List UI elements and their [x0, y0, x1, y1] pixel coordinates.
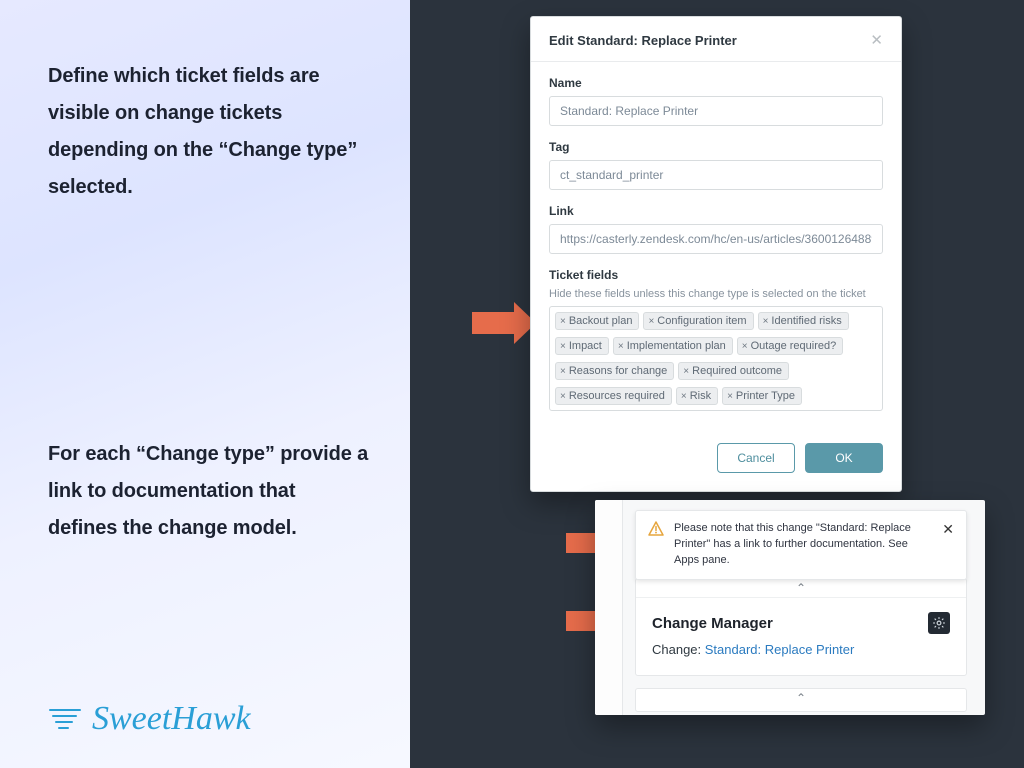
remove-chip-icon[interactable]: ×: [742, 341, 748, 352]
remove-chip-icon[interactable]: ×: [763, 316, 769, 327]
remove-chip-icon[interactable]: ×: [648, 316, 654, 327]
ok-button[interactable]: OK: [805, 443, 883, 473]
ticket-fields-tagbox[interactable]: ×Backout plan×Configuration item×Identif…: [549, 306, 883, 411]
ticket-field-chip[interactable]: ×Outage required?: [737, 337, 843, 355]
ticket-field-chip[interactable]: ×Backout plan: [555, 312, 639, 330]
tag-field[interactable]: [549, 160, 883, 190]
wing-icon: [48, 704, 88, 734]
ticket-field-chip[interactable]: ×Printer Type: [722, 387, 802, 405]
description-2: For each “Change type” provide a link to…: [48, 436, 370, 547]
sweethawk-logo: SweetHawk: [48, 700, 251, 738]
chip-label: Impact: [569, 340, 602, 352]
remove-chip-icon[interactable]: ×: [683, 366, 689, 377]
modal-title: Edit Standard: Replace Printer: [549, 33, 737, 48]
collapse-icon[interactable]: ⌃: [636, 579, 966, 598]
ticket-field-chip[interactable]: ×Reasons for change: [555, 362, 674, 380]
ticket-field-chip[interactable]: ×Impact: [555, 337, 609, 355]
change-label: Change:: [652, 642, 705, 657]
cancel-button[interactable]: Cancel: [717, 443, 795, 473]
remove-chip-icon[interactable]: ×: [560, 366, 566, 377]
remove-chip-icon[interactable]: ×: [681, 391, 687, 402]
apps-pane-preview: Please note that this change "Standard: …: [595, 500, 985, 715]
left-info-panel: Define which ticket fields are visible o…: [0, 0, 410, 768]
chip-label: Implementation plan: [627, 340, 726, 352]
close-icon[interactable]: ✕: [870, 31, 883, 49]
remove-chip-icon[interactable]: ×: [560, 316, 566, 327]
change-manager-card: ⌃ Change Manager Change: Standard: Repla…: [635, 578, 967, 676]
chip-label: Configuration item: [657, 315, 746, 327]
change-manager-title: Change Manager: [652, 615, 773, 632]
collapsed-card[interactable]: ⌃: [635, 688, 967, 712]
gear-icon[interactable]: [928, 612, 950, 634]
name-field[interactable]: [549, 96, 883, 126]
documentation-toast: Please note that this change "Standard: …: [635, 510, 967, 580]
sidebar-sliver: [595, 500, 623, 715]
ticket-field-chip[interactable]: ×Resources required: [555, 387, 672, 405]
remove-chip-icon[interactable]: ×: [618, 341, 624, 352]
ticket-field-chip[interactable]: ×Risk: [676, 387, 718, 405]
toast-text: Please note that this change "Standard: …: [674, 521, 932, 569]
chip-label: Printer Type: [736, 390, 795, 402]
remove-chip-icon[interactable]: ×: [727, 391, 733, 402]
ticket-field-chip[interactable]: ×Required outcome: [678, 362, 789, 380]
change-link-row: Change: Standard: Replace Printer: [652, 642, 950, 657]
ticket-field-chip[interactable]: ×Configuration item: [643, 312, 753, 330]
description-1: Define which ticket fields are visible o…: [48, 58, 370, 206]
link-label: Link: [549, 204, 883, 218]
warning-icon: [648, 521, 664, 537]
link-field[interactable]: [549, 224, 883, 254]
chip-label: Backout plan: [569, 315, 633, 327]
close-icon[interactable]: ✕: [942, 521, 954, 569]
pointer-arrow-icon: [472, 302, 536, 344]
chip-label: Reasons for change: [569, 365, 667, 377]
tag-label: Tag: [549, 140, 883, 154]
edit-change-type-modal: Edit Standard: Replace Printer ✕ Name Ta…: [530, 16, 902, 492]
ticket-field-chip[interactable]: ×Identified risks: [758, 312, 849, 330]
chip-label: Risk: [690, 390, 711, 402]
logo-text: SweetHawk: [92, 700, 251, 738]
remove-chip-icon[interactable]: ×: [560, 391, 566, 402]
chip-label: Identified risks: [771, 315, 841, 327]
chip-label: Outage required?: [751, 340, 837, 352]
chip-label: Required outcome: [692, 365, 782, 377]
ticket-fields-label: Ticket fields: [549, 268, 883, 282]
change-documentation-link[interactable]: Standard: Replace Printer: [705, 642, 855, 657]
name-label: Name: [549, 76, 883, 90]
right-preview-panel: Edit Standard: Replace Printer ✕ Name Ta…: [410, 0, 1024, 768]
ticket-field-chip[interactable]: ×Implementation plan: [613, 337, 733, 355]
remove-chip-icon[interactable]: ×: [560, 341, 566, 352]
ticket-fields-help: Hide these fields unless this change typ…: [549, 288, 883, 300]
chip-label: Resources required: [569, 390, 665, 402]
